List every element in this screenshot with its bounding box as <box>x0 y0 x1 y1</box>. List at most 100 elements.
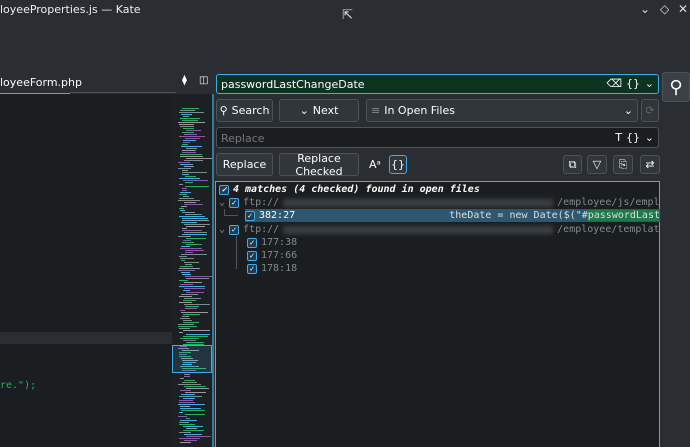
refresh-button[interactable]: ⟳ <box>641 99 659 122</box>
filter-button[interactable]: ▽ <box>587 155 607 174</box>
window-title: loyeeProperties.js — Kate <box>0 3 141 16</box>
minimap-line <box>180 406 190 407</box>
minimap-line <box>179 302 192 303</box>
minimap-line <box>179 328 190 329</box>
list-icon: ≡ <box>371 104 380 117</box>
search-input[interactable]: passwordLastChangeDate ⌫ {} ⌄ <box>216 74 659 94</box>
file-prefix: ftp:// <box>243 197 279 208</box>
minimap-line <box>178 270 195 271</box>
file-row[interactable]: ⌄✓ftp:///employee/js/employee <box>219 196 684 209</box>
minimap[interactable] <box>172 94 212 447</box>
minimap-line <box>180 110 195 111</box>
replace-placeholder: Replace <box>221 132 265 145</box>
minimap-line <box>182 120 198 121</box>
match-row[interactable]: ✓ 177:66 <box>247 249 297 262</box>
minimap-line <box>183 322 199 323</box>
expand-results-button[interactable]: ⧉ <box>563 155 582 174</box>
minimap-line <box>181 272 191 273</box>
scrollbar[interactable] <box>212 94 214 447</box>
minimap-line <box>182 274 192 275</box>
refresh-icon: ⟳ <box>645 104 654 117</box>
tab-employee-form[interactable]: loyeeForm.php <box>0 72 70 94</box>
minimap-line <box>180 442 191 443</box>
minimap-line <box>182 174 189 175</box>
chevron-down-icon[interactable]: ⌄ <box>645 131 654 144</box>
replace-checked-button[interactable]: Replace Checked <box>279 153 359 176</box>
text-format-icon[interactable]: T <box>615 131 622 144</box>
minimap-line <box>184 374 190 375</box>
minimap-line <box>180 156 202 157</box>
results-summary[interactable]: ✓4 matches (4 checked) found in open fil… <box>219 183 480 196</box>
minimap-line <box>183 426 204 427</box>
search-panel-toggle[interactable]: ⚲ <box>662 72 690 102</box>
close-icon[interactable]: ✕ <box>678 2 688 16</box>
search-query: passwordLastChangeDate <box>221 78 365 91</box>
minimap-line <box>183 300 196 301</box>
match-row[interactable]: ✓382:27theDate = new Date($("#passwordLa… <box>245 209 660 222</box>
split-view-icon[interactable]: ◫ <box>199 75 208 86</box>
minimap-line <box>183 180 208 181</box>
checkbox[interactable]: ✓ <box>247 238 257 248</box>
minimap-line <box>182 228 188 229</box>
match-case-icon[interactable]: Aᵃ <box>369 158 381 171</box>
regex-toggle[interactable]: {} <box>389 155 407 174</box>
chevron-down-icon[interactable]: ⌄ <box>219 197 225 208</box>
clear-icon[interactable]: ⌫ <box>606 77 622 90</box>
next-button[interactable]: ⌄Next <box>279 99 359 122</box>
chevron-down-icon[interactable]: ⌄ <box>645 77 654 90</box>
checkbox[interactable]: ✓ <box>229 198 239 208</box>
regex-icon[interactable]: {} <box>626 77 640 90</box>
minimap-line <box>178 236 191 237</box>
minimap-line <box>181 114 192 115</box>
minimap-line <box>184 166 194 167</box>
minimap-line <box>183 142 190 143</box>
checkbox[interactable]: ✓ <box>219 185 229 195</box>
export-button[interactable]: ⎘ <box>613 155 633 174</box>
minimap-line <box>183 320 192 321</box>
checkbox[interactable]: ✓ <box>229 225 239 235</box>
checkbox[interactable]: ✓ <box>245 211 255 221</box>
minimap-line <box>186 428 197 429</box>
minimap-line <box>181 394 194 395</box>
minimap-line <box>181 410 205 411</box>
minimap-line <box>184 376 190 377</box>
match-context: theDate = new Date($("#passwordLast <box>449 210 660 221</box>
match-prefix: theDate = new Date($("# <box>449 210 587 221</box>
minimap-line <box>184 224 210 225</box>
pin-icon[interactable]: ⧫ <box>182 75 187 86</box>
minimap-line <box>179 422 189 423</box>
search-button[interactable]: ⚲Search <box>216 99 273 122</box>
regex-icon[interactable]: {} <box>626 131 640 144</box>
results-tree[interactable]: ✓4 matches (4 checked) found in open fil… <box>215 181 660 447</box>
match-position: 177:66 <box>261 250 297 261</box>
scope-select[interactable]: ≡In Open Files⌄ <box>366 99 638 122</box>
scope-label: In Open Files <box>384 104 455 117</box>
options-button[interactable]: ⇄ <box>640 155 660 174</box>
minimap-line <box>183 340 196 341</box>
minimap-line <box>185 308 197 309</box>
minimap-line <box>178 122 205 123</box>
replace-button[interactable]: Replace <box>216 153 273 176</box>
code-line: re."); <box>0 380 36 391</box>
replace-input[interactable]: Replace T {} ⌄ <box>216 127 659 148</box>
minimap-line <box>181 254 206 255</box>
minimap-line <box>178 404 205 405</box>
minimap-line <box>183 314 200 315</box>
match-row[interactable]: ✓178:18 <box>247 262 297 275</box>
search-label: Search <box>232 104 270 117</box>
minimap-line <box>182 108 199 109</box>
minimap-viewport[interactable] <box>172 345 212 373</box>
minimap-line <box>179 268 200 269</box>
minimap-line <box>182 152 197 153</box>
chevron-down-icon[interactable]: ⌄ <box>219 224 225 235</box>
checkbox[interactable]: ✓ <box>247 251 257 261</box>
minimap-line <box>180 164 193 165</box>
file-row[interactable]: ⌄✓ftp:///employee/templates/e <box>219 223 684 236</box>
minimize-icon[interactable]: ⌄ <box>640 2 650 16</box>
editor-area[interactable] <box>0 94 172 447</box>
minimap-line <box>184 282 202 283</box>
checkbox[interactable]: ✓ <box>247 264 257 274</box>
maximize-icon[interactable]: ◇ <box>660 2 669 16</box>
minimap-line <box>186 130 201 131</box>
match-row[interactable]: ✓177:38 <box>247 236 297 249</box>
